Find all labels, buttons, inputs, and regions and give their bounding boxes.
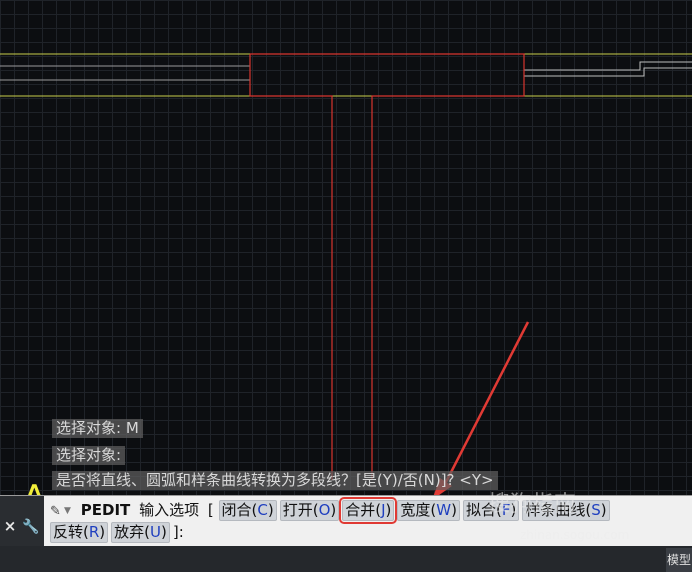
option-width[interactable]: 宽度(W) bbox=[397, 500, 460, 521]
close-bracket: ]: bbox=[172, 523, 184, 541]
status-bar bbox=[0, 546, 692, 572]
command-line-row-2: 反转(R) 放弃(U)]: bbox=[50, 521, 184, 543]
history-line-3: 是否将直线、圆弧和样条曲线转换为多段线？[是(Y)/否(N)]? <Y> bbox=[52, 471, 498, 490]
wrench-icon[interactable]: 🔧 bbox=[22, 518, 40, 536]
gray-polyline-right bbox=[524, 61, 692, 77]
watermark-url: zhinan.sogou.com bbox=[520, 528, 630, 542]
option-reverse[interactable]: 反转(R) bbox=[50, 522, 109, 543]
option-undo[interactable]: 放弃(U) bbox=[111, 522, 170, 543]
tab-model[interactable]: 模型 bbox=[666, 548, 692, 572]
command-name: PEDIT bbox=[80, 501, 131, 519]
chevron-down-icon[interactable]: ▼ bbox=[64, 500, 76, 522]
history-line-1: 选择对象: M bbox=[52, 419, 143, 438]
open-bracket: [ bbox=[207, 501, 214, 519]
history-line-2: 选择对象: bbox=[52, 446, 126, 465]
command-side-panel: × 🔧 bbox=[0, 496, 44, 546]
close-icon[interactable]: × bbox=[2, 518, 18, 534]
gray-polyline-left bbox=[0, 65, 250, 81]
guide-lines bbox=[0, 53, 692, 97]
t-shape-outline[interactable] bbox=[249, 53, 525, 480]
option-close[interactable]: 闭合(C) bbox=[218, 500, 277, 521]
annotation-arrow bbox=[442, 321, 530, 487]
pencil-icon: ✎ bbox=[50, 504, 61, 519]
watermark-right: 搜狗指南 bbox=[488, 492, 577, 517]
command-prompt: 输入选项 bbox=[139, 501, 200, 519]
option-open[interactable]: 打开(O) bbox=[279, 500, 340, 521]
option-join[interactable]: 合并(J) bbox=[339, 497, 398, 524]
